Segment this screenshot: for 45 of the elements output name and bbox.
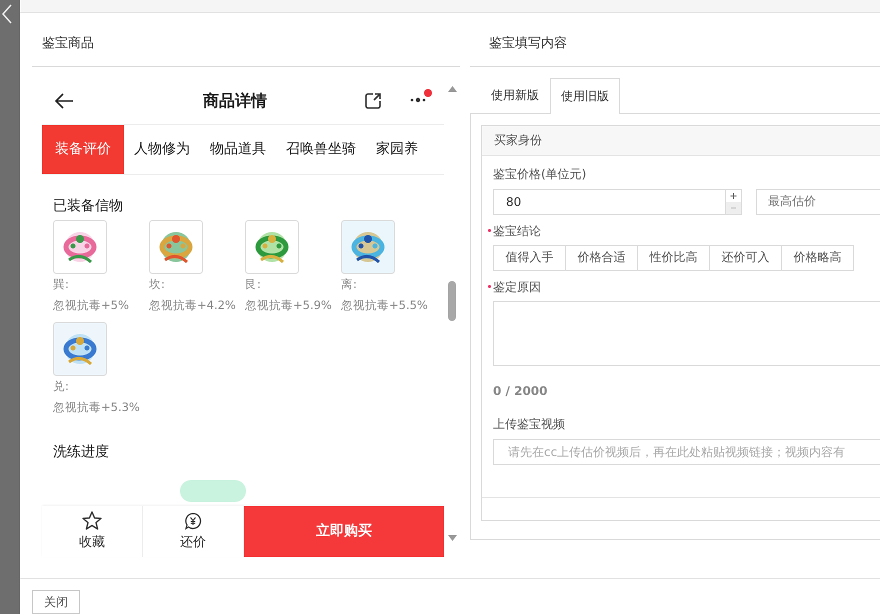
star-icon bbox=[82, 511, 102, 530]
conclusion-option[interactable]: 价格略高 bbox=[781, 244, 854, 271]
field-label: 鉴定原因 bbox=[493, 278, 541, 296]
close-button[interactable]: 关闭 bbox=[32, 590, 80, 614]
back-arrow-icon[interactable] bbox=[54, 93, 74, 110]
version-tab[interactable]: 使用新版 bbox=[480, 78, 550, 113]
section-title: 已装备信物 bbox=[53, 196, 124, 216]
field-label: 鉴宝结论 bbox=[493, 222, 541, 240]
item-effect: 忽视抗毒+5.9% bbox=[245, 296, 333, 314]
item-effect: 忽视抗毒+5.3% bbox=[53, 398, 141, 416]
field-label: 鉴宝价格(单位元) bbox=[493, 166, 586, 183]
character-count: 0 / 2000 bbox=[493, 384, 548, 398]
conclusion-option[interactable]: 还价可入 bbox=[709, 244, 782, 271]
version-tab[interactable]: 使用旧版 bbox=[550, 78, 620, 114]
conclusion-option[interactable]: 价格合适 bbox=[565, 244, 638, 271]
bargain-button[interactable]: 还价 bbox=[143, 506, 244, 557]
item-name: 离: bbox=[341, 276, 358, 293]
section-title: 洗练进度 bbox=[53, 442, 110, 462]
item-effect: 忽视抗毒+5.5% bbox=[341, 296, 429, 314]
back-icon[interactable] bbox=[2, 4, 12, 24]
item-effect: 忽视抗毒+4.2% bbox=[149, 296, 237, 314]
panel-title: 鉴宝商品 bbox=[42, 35, 94, 52]
item-name: 巽: bbox=[53, 276, 70, 293]
field-label: 上传鉴宝视频 bbox=[493, 416, 565, 433]
price-type-select[interactable]: 最高估价 bbox=[756, 188, 880, 215]
favorite-button[interactable]: 收藏 bbox=[42, 506, 143, 557]
pill-background bbox=[180, 480, 246, 502]
item-effect: 忽视抗毒+5% bbox=[53, 296, 130, 314]
scroll-up-icon[interactable] bbox=[448, 86, 457, 92]
price-input[interactable]: 80 bbox=[493, 188, 742, 215]
item-name: 艮: bbox=[245, 276, 262, 293]
scrollbar-thumb[interactable] bbox=[448, 280, 456, 321]
item-name: 兑: bbox=[53, 378, 70, 395]
page-title: 商品详情 bbox=[202, 90, 268, 112]
yen-bubble-icon bbox=[184, 512, 202, 530]
buy-now-button[interactable]: 立即购买 bbox=[244, 506, 444, 557]
conclusion-option[interactable]: 值得入手 bbox=[493, 244, 566, 271]
video-link-input[interactable]: 请先在cc上传估价视频后，再在此处粘贴视频链接；视频内容有 bbox=[493, 438, 880, 465]
item-name: 坎: bbox=[149, 276, 166, 293]
card-header: 买家身份 bbox=[482, 126, 880, 156]
panel-title: 鉴宝填写内容 bbox=[489, 35, 567, 52]
category-tab[interactable]: 装备评价 bbox=[42, 124, 124, 174]
conclusion-option[interactable]: 性价比高 bbox=[637, 244, 710, 271]
share-icon[interactable] bbox=[364, 92, 382, 110]
scroll-down-icon[interactable] bbox=[448, 534, 457, 541]
